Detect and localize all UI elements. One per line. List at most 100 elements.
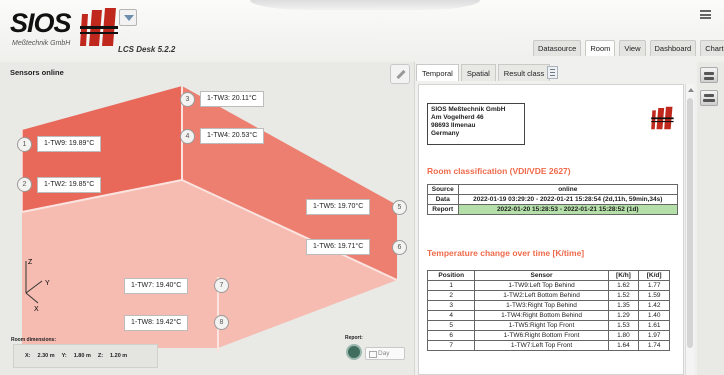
table-row: 3 1-TW3:Right Top Behind 1.35 1.42 [426,300,670,311]
cell-kh: 1.64 [607,340,640,351]
sensor-label-tw7: 1-TW7: 19.40°C [124,278,189,294]
cell-kd: 1.40 [638,310,670,321]
report-period-select[interactable]: Day [365,347,405,360]
sensor-label-tw3: 1-TW3: 20.11°C [200,91,264,107]
room-dimensions-box: X: 2.30 m Y: 1.80 m Z: 1.20 m [13,344,158,368]
cell-kh: 1.29 [607,310,640,321]
sensor-label-tw4: 1-TW4: 20.53°C [200,128,265,144]
cell-kh: 1.53 [607,320,640,331]
table-row: 1 1-TW9:Left Top Behind 1.62 1.77 [426,280,670,291]
table-row: 4 1-TW4:Right Bottom Behind 1.29 1.40 [426,310,670,321]
address-line: SIOS Meßtechnik GmbH [431,106,506,113]
cell-position: 2 [426,290,476,301]
sensor-label-tw9: 1-TW9: 19.89°C [37,136,102,152]
sensor-marker-8[interactable]: 8 [214,315,229,330]
tab-room[interactable]: Room [585,40,616,56]
cell-kh: 1.35 [607,300,640,311]
col-k-per-d: [K/d] [638,270,670,281]
cell-position: 4 [426,310,476,321]
report-row-value: 2022-01-20 15:28:53 - 2022-01-21 15:28:5… [457,204,679,215]
cell-kd: 1.42 [638,300,670,311]
storage-icon[interactable] [700,67,718,83]
cell-sensor: 1-TW3:Right Top Behind [474,300,609,311]
report-period-value: Day [378,350,390,357]
online-header: online [457,184,679,195]
data-row-label: Data [427,194,459,205]
sensor-marker-7[interactable]: 7 [214,278,229,293]
app-title: LCS Desk 5.2.2 [118,45,176,54]
table-row: 5 1-TW5:Right Top Front 1.53 1.61 [426,320,670,331]
sensor-label-tw8: 1-TW8: 19.42°C [124,315,189,331]
cell-kd: 1.59 [638,290,670,301]
scroll-up-icon[interactable] [688,88,694,92]
source-header: Source [427,184,459,195]
cell-sensor: 1-TW2:Left Bottom Behind [474,290,609,301]
print-icon[interactable] [700,90,718,106]
col-sensor: Sensor [474,270,609,281]
tab-dashboard[interactable]: Dashboard [649,40,697,56]
cell-position: 7 [426,340,476,351]
cell-sensor: 1-TW7:Left Top Front [474,340,609,351]
cell-kh: 1.80 [607,330,640,341]
sensors-online-title: Sensors online [10,68,64,77]
report-document: SIOS Meßtechnik GmbH Am Vogelherd 46 986… [418,84,684,375]
dim-z-value: 1.20 m [110,353,128,359]
cell-sensor: 1-TW6:Right Bottom Front [474,330,609,341]
dim-x-label: X: [25,353,31,359]
tab-chart[interactable]: Chart [700,40,724,56]
address-line: Germany [431,130,460,137]
dim-y-value: 1.80 m [73,353,91,359]
side-toolbar [697,62,724,375]
axis-y-label: Y [45,280,50,287]
sensor-label-tw6: 1-TW6: 19.71°C [306,239,371,255]
cell-position: 1 [426,280,476,291]
table-row: 6 1-TW6:Right Bottom Front 1.80 1.97 [426,330,670,341]
col-position: Position [426,270,476,281]
report-icon[interactable] [346,344,362,360]
brand-subtitle: Meßtechnik GmbH [12,40,71,47]
sensor-marker-4[interactable]: 4 [180,129,195,144]
col-k-per-h: [K/h] [607,270,640,281]
company-address: SIOS Meßtechnik GmbH Am Vogelherd 46 986… [427,103,525,145]
document-icon[interactable] [547,66,558,79]
temperature-change-table: Position Sensor [K/h] [K/d] 1 1-TW9:Left… [426,270,670,351]
cell-kd: 1.74 [638,340,670,351]
app-header: SIOS Meßtechnik GmbH LCS Desk 5.2.2 Data… [0,0,724,62]
sensor-marker-6[interactable]: 6 [392,240,407,255]
cell-kh: 1.52 [607,290,640,301]
tab-temporal[interactable]: Temporal [416,64,459,81]
address-line: Am Vogelherd 46 [431,114,484,121]
tab-datasource[interactable]: Datasource [533,40,582,56]
document-scrollbar[interactable] [685,84,694,375]
cell-position: 3 [426,300,476,311]
sensor-marker-5[interactable]: 5 [392,200,407,215]
tab-view[interactable]: View [619,40,646,56]
sensor-marker-2[interactable]: 2 [17,177,32,192]
temperature-change-title: Temperature change over time [K/time] [427,248,585,258]
sensor-marker-3[interactable]: 3 [180,92,195,107]
cell-sensor: 1-TW5:Right Top Front [474,320,609,331]
cell-kd: 1.97 [638,330,670,341]
data-row-value: 2022-01-19 03:29:20 - 2022-01-21 15:28:5… [457,194,679,205]
scrollbar-thumb[interactable] [687,98,693,348]
cell-position: 6 [426,330,476,341]
sensor-marker-1[interactable]: 1 [17,137,32,152]
report-sub-tabs: Temporal Spatial Result class [416,64,551,81]
room-classification-title: Room classification (VDI/VDE 2627) [427,166,571,176]
axis-x-label: X [34,306,39,313]
sensor-label-tw2: 1-TW2: 19.85°C [37,177,102,193]
tab-spatial[interactable]: Spatial [460,64,496,81]
brand-name: SIOS [10,8,72,38]
dim-y-label: Y: [61,353,67,359]
table-row: 2 1-TW2:Left Bottom Behind 1.52 1.59 [426,290,670,301]
tab-result-class[interactable]: Result class [497,64,551,81]
table-row: 7 1-TW7:Left Top Front 1.64 1.74 [426,340,670,351]
sensor-label-tw5: 1-TW5: 19.70°C [306,199,371,215]
address-line: 98693 Ilmenau [431,122,476,129]
dropdown-button[interactable] [119,9,137,26]
cell-kh: 1.62 [607,280,640,291]
edit-icon[interactable] [390,64,410,84]
dim-z-label: Z: [97,353,104,359]
menu-icon[interactable] [700,10,711,19]
axis-z-label: Z [28,259,33,266]
